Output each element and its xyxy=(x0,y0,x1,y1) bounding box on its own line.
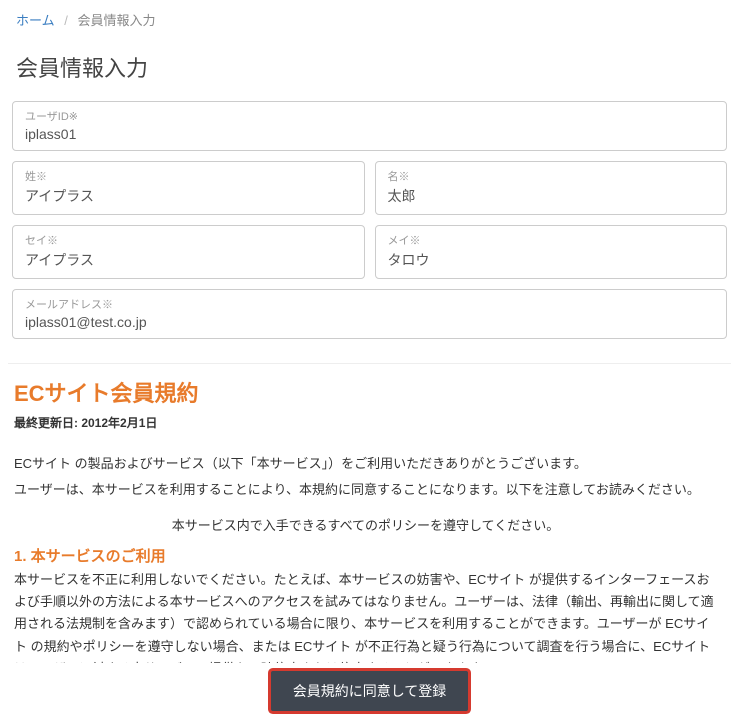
first-name-value: 太郎 xyxy=(388,186,715,206)
terms-heading-1: 1. 本サービスのご利用 xyxy=(14,545,717,566)
first-kana-field[interactable]: メイ※ タロウ xyxy=(375,225,728,279)
user-id-field[interactable]: ユーザID※ iplass01 xyxy=(12,101,727,151)
member-form: ユーザID※ iplass01 姓※ アイプラス 名※ 太郎 セイ※ アイプラス… xyxy=(8,101,731,363)
last-kana-label: セイ※ xyxy=(25,232,352,248)
last-name-value: アイプラス xyxy=(25,186,352,206)
breadcrumb-separator: / xyxy=(64,13,68,28)
user-id-value: iplass01 xyxy=(25,126,714,142)
terms-title: ECサイト会員規約 xyxy=(14,376,717,408)
terms-intro-2: ユーザーは、本サービスを利用することにより、本規約に同意することになります。以下… xyxy=(14,479,717,501)
breadcrumb-current: 会員情報入力 xyxy=(78,13,156,28)
page-title: 会員情報入力 xyxy=(8,37,731,101)
last-name-label: 姓※ xyxy=(25,168,352,184)
submit-row: 会員規約に同意して登録 xyxy=(8,663,731,715)
last-name-field[interactable]: 姓※ アイプラス xyxy=(12,161,365,215)
first-name-field[interactable]: 名※ 太郎 xyxy=(375,161,728,215)
last-kana-field[interactable]: セイ※ アイプラス xyxy=(12,225,365,279)
breadcrumb: ホーム / 会員情報入力 xyxy=(8,0,731,37)
last-kana-value: アイプラス xyxy=(25,250,352,270)
terms-updated-date: 最終更新日: 2012年2月1日 xyxy=(14,414,717,431)
email-value: iplass01@test.co.jp xyxy=(25,314,714,330)
email-field[interactable]: メールアドレス※ iplass01@test.co.jp xyxy=(12,289,727,339)
first-name-label: 名※ xyxy=(388,168,715,184)
email-label: メールアドレス※ xyxy=(25,296,714,312)
agree-register-button[interactable]: 会員規約に同意して登録 xyxy=(271,671,469,711)
terms-intro-3: 本サービス内で入手できるすべてのポリシーを遵守してください。 xyxy=(14,515,717,537)
terms-intro-1: ECサイト の製品およびサービス（以下「本サービス」）をご利用いただきありがとう… xyxy=(14,453,717,475)
terms-content: ECサイト会員規約 最終更新日: 2012年2月1日 ECサイト の製品およびサ… xyxy=(14,376,717,663)
terms-scroll-area[interactable]: ECサイト会員規約 最終更新日: 2012年2月1日 ECサイト の製品およびサ… xyxy=(8,363,731,663)
user-id-label: ユーザID※ xyxy=(25,108,714,124)
breadcrumb-home-link[interactable]: ホーム xyxy=(16,13,55,28)
first-kana-label: メイ※ xyxy=(388,232,715,248)
first-kana-value: タロウ xyxy=(388,250,715,270)
terms-paragraph-1: 本サービスを不正に利用しないでください。たとえば、本サービスの妨害や、ECサイト… xyxy=(14,569,717,663)
